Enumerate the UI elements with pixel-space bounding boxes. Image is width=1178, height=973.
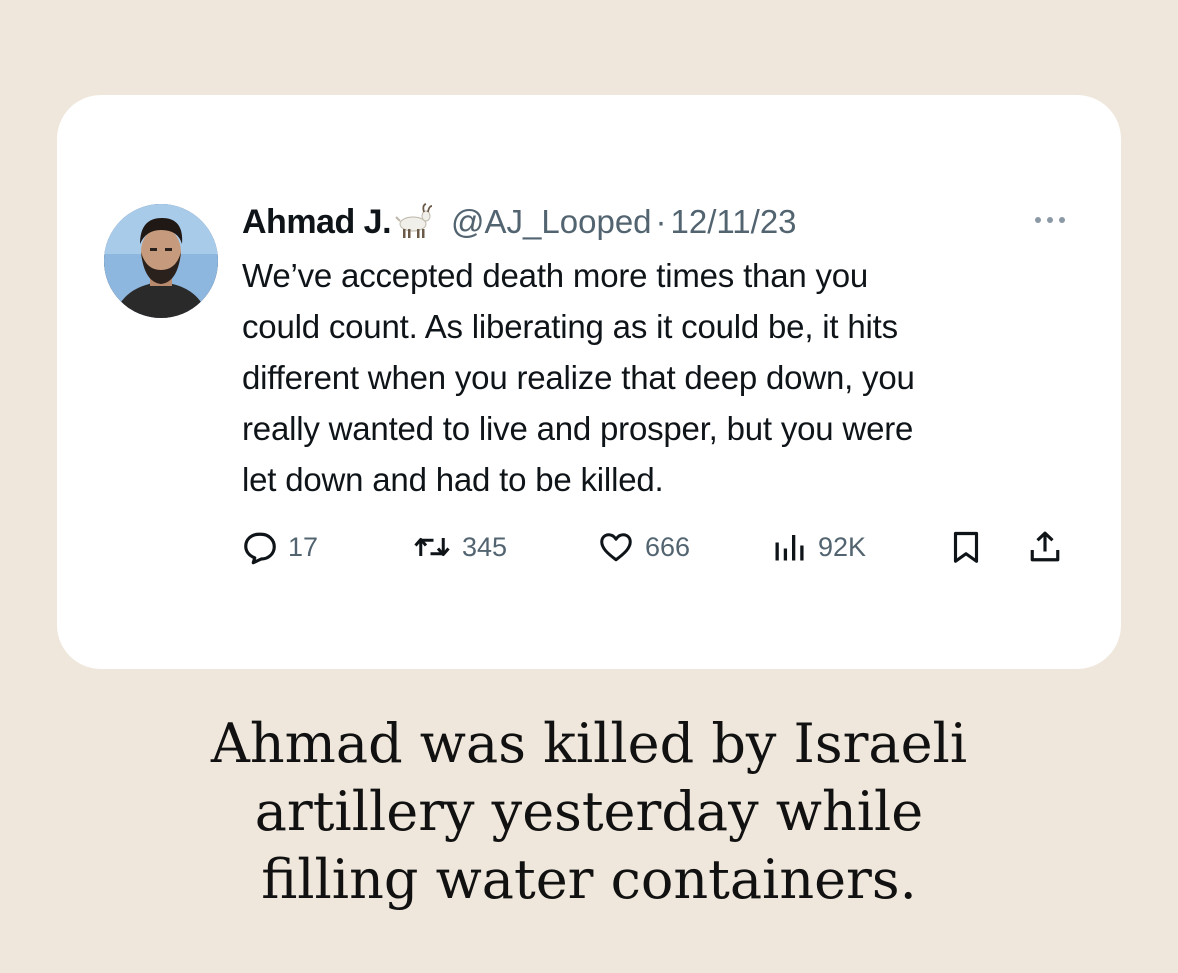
reply-icon — [244, 532, 276, 565]
avatar-photo — [104, 204, 218, 318]
views-button[interactable]: 92K — [770, 527, 866, 567]
views-count: 92K — [818, 531, 867, 562]
reply-count: 17 — [288, 531, 319, 562]
share-button[interactable] — [1027, 527, 1073, 567]
heart-icon — [600, 533, 632, 562]
views-icon — [775, 535, 804, 561]
goat-icon — [393, 203, 433, 241]
bookmark-button[interactable] — [948, 527, 994, 567]
like-button[interactable]: 666 — [597, 527, 690, 567]
author-name[interactable]: Ahmad J. — [242, 203, 392, 242]
tweet-text-line: different when you realize that deep dow… — [242, 359, 915, 396]
caption-line: Ahmad was killed by Israeli — [210, 712, 968, 775]
tweet-text: We’ve accepted death more times than you… — [242, 250, 1082, 505]
retweet-button[interactable]: 345 — [412, 527, 507, 567]
tweet-actions: 17 345 666 92K — [242, 527, 1072, 567]
caption-line: filling water containers. — [261, 848, 917, 911]
tweet-text-line: really wanted to live and prosper, but y… — [242, 410, 914, 447]
avatar[interactable] — [104, 204, 218, 318]
more-dots-icon[interactable] — [1031, 213, 1069, 227]
author-handle[interactable]: @AJ_Looped — [451, 203, 651, 241]
bookmark-icon — [953, 531, 979, 563]
share-icon — [1030, 531, 1060, 562]
reply-button[interactable]: 17 — [242, 527, 318, 567]
caption-line: artillery yesterday while — [254, 780, 924, 843]
tweet-text-line: could count. As liberating as it could b… — [242, 308, 898, 345]
retweet-icon — [414, 538, 450, 556]
tweet-text-line: We’ve accepted death more times than you — [242, 257, 869, 294]
header-separator: · — [655, 203, 667, 240]
tweet-date[interactable]: 12/11/23 — [671, 203, 797, 241]
tweet-card[interactable]: Ahmad J. @AJ_Looped · 12/11/23 We’ve acc… — [57, 95, 1121, 669]
caption: Ahmad was killed by Israeli artillery ye… — [0, 710, 1178, 914]
tweet-header: Ahmad J. @AJ_Looped · 12/11/23 — [242, 200, 797, 244]
like-count: 666 — [645, 531, 691, 562]
retweet-count: 345 — [462, 531, 508, 562]
tweet-text-line: let down and had to be killed. — [242, 461, 664, 498]
